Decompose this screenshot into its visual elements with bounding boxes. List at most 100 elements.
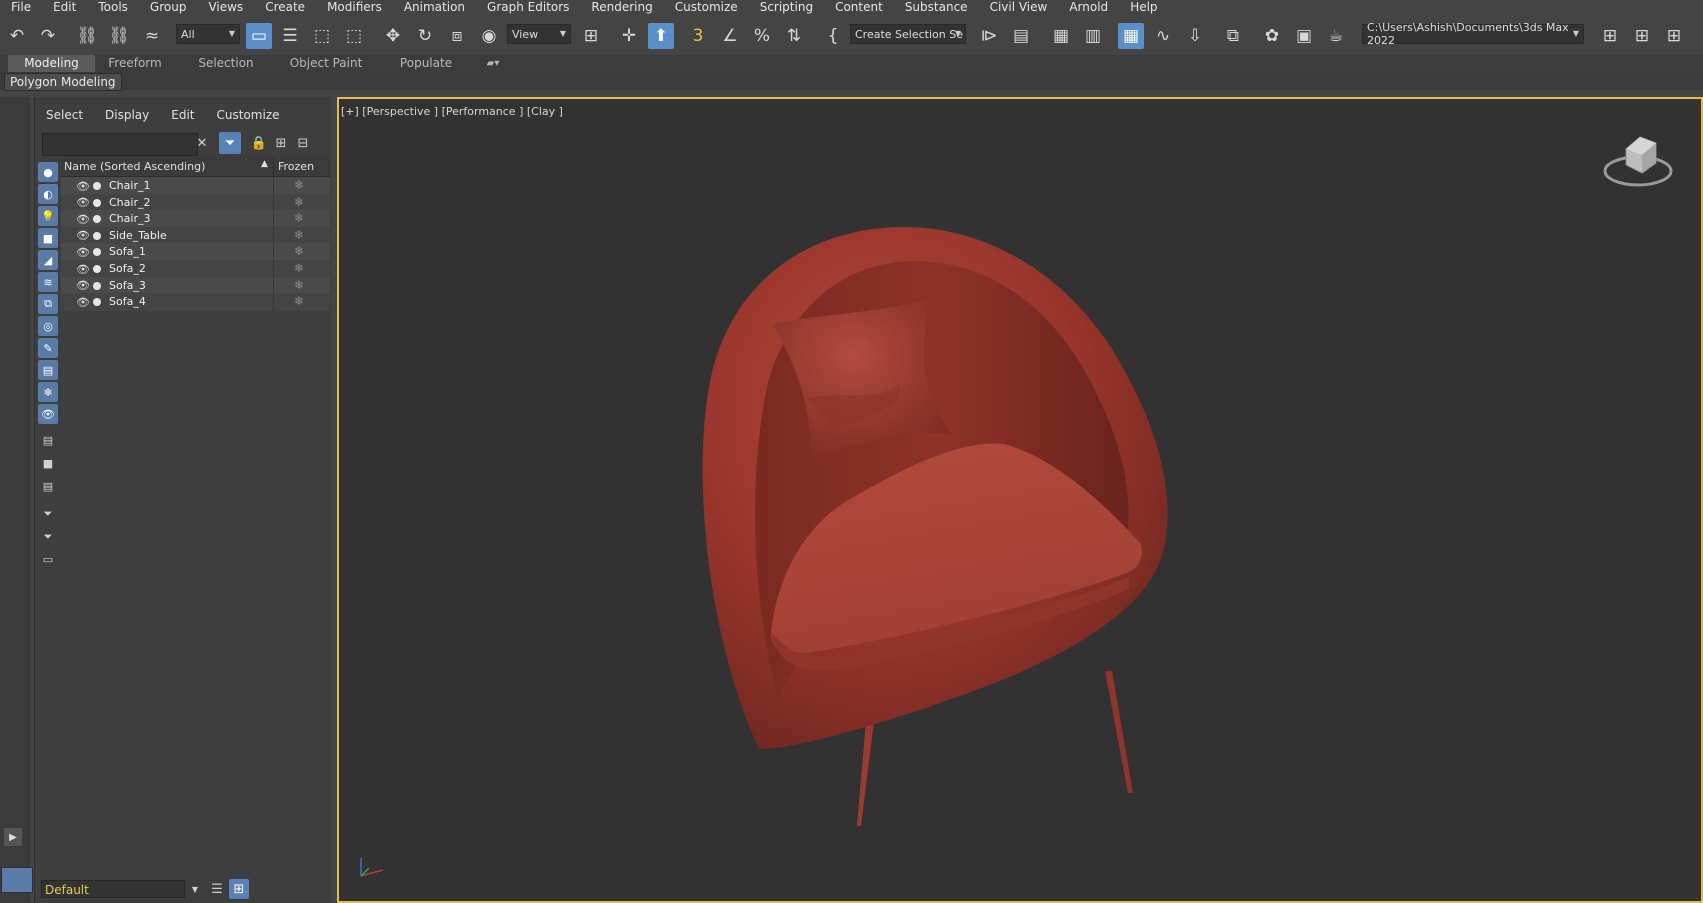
menu-item-content[interactable]: Content — [824, 0, 894, 15]
display-shapes-icon[interactable]: ◐ — [38, 184, 58, 204]
menu-item-modifiers[interactable]: Modifiers — [316, 0, 393, 15]
layer-explorer-icon[interactable]: ▦ — [1048, 23, 1074, 49]
menu-item-file[interactable]: File — [0, 0, 42, 15]
move-icon[interactable]: ✥ — [380, 23, 406, 49]
clear-search-icon[interactable]: ✕ — [192, 133, 212, 153]
menu-item-help[interactable]: Help — [1119, 0, 1168, 15]
column-divider[interactable] — [273, 157, 274, 176]
layer-dropdown[interactable]: Default — [41, 880, 185, 898]
material-editor-icon[interactable]: ✿ — [1259, 23, 1285, 49]
display-geometry-icon[interactable]: ● — [38, 162, 58, 182]
project-new-icon[interactable]: ⊞ — [1629, 23, 1655, 49]
renderable-toggle[interactable] — [93, 265, 101, 273]
dope-sheet-icon[interactable]: ⇩ — [1182, 23, 1208, 49]
pivot-center-icon[interactable]: ⊞ — [578, 23, 604, 49]
frozen-snowflake-icon[interactable]: ❄ — [294, 211, 304, 225]
bind-space-warp-icon[interactable]: ≈ — [139, 23, 165, 49]
scale-icon[interactable]: ⧈ — [444, 23, 470, 49]
table-row[interactable]: 👁 Sofa_3 ❄ — [61, 276, 330, 295]
visibility-eye-icon[interactable]: 👁 — [76, 227, 90, 245]
visibility-eye-icon[interactable]: 👁 — [76, 177, 90, 195]
tab-object-paint[interactable]: Object Paint — [283, 55, 369, 72]
object-name[interactable]: Chair_2 — [109, 196, 150, 209]
frozen-snowflake-icon[interactable]: ❄ — [294, 278, 304, 292]
display-xrefs-icon[interactable]: ◎ — [38, 316, 58, 336]
scene-explorer-icon[interactable]: ▦ — [1118, 23, 1144, 49]
display-none-icon[interactable]: ■ — [38, 453, 58, 473]
explorer-search-input[interactable] — [42, 133, 198, 156]
redo-icon[interactable]: ↷ — [35, 23, 61, 49]
play-icon[interactable]: ▶ — [4, 828, 22, 846]
perspective-viewport[interactable]: [+] [Perspective ] [Performance ] [Clay … — [337, 97, 1703, 903]
project-folder-icon[interactable]: ⊞ — [1597, 23, 1623, 49]
selection-filter-dropdown[interactable]: All ▼ — [176, 24, 240, 44]
window-crossing-icon[interactable]: ⬚ — [341, 23, 367, 49]
visibility-eye-icon[interactable]: 👁 — [76, 194, 90, 212]
display-frozen-icon[interactable]: ❄ — [38, 382, 58, 402]
viewport-layout-tab[interactable] — [1, 867, 33, 893]
hierarchy-mode-icon[interactable]: ⊞ — [229, 879, 249, 899]
rotate-icon[interactable]: ↻ — [412, 23, 438, 49]
display-all-icon[interactable]: ▤ — [38, 430, 58, 450]
visibility-eye-icon[interactable]: 👁 — [76, 210, 90, 228]
visibility-eye-icon[interactable]: 👁 — [76, 293, 90, 311]
display-hidden-icon[interactable]: 👁 — [38, 404, 58, 424]
hierarchy-collapse-icon[interactable]: ⊟ — [293, 133, 313, 153]
link-icon[interactable]: ⛓ — [74, 23, 100, 49]
unlink-icon[interactable]: ⛓ — [106, 23, 132, 49]
percent-snap-icon[interactable]: % — [749, 23, 775, 49]
explorer-menu-edit[interactable]: Edit — [160, 105, 205, 125]
filter-icon[interactable]: ⏷ — [38, 527, 58, 547]
frozen-snowflake-icon[interactable]: ❄ — [294, 294, 304, 308]
select-by-name-icon[interactable]: ☰ — [277, 23, 303, 49]
column-frozen-header[interactable]: Frozen — [278, 160, 314, 173]
undo-icon[interactable]: ↶ — [4, 23, 30, 49]
lock-icon[interactable]: 🔒 — [249, 133, 269, 153]
tab-selection[interactable]: Selection — [186, 55, 266, 72]
table-row[interactable]: 👁 Sofa_1 ❄ — [61, 243, 330, 262]
visibility-eye-icon[interactable]: 👁 — [76, 260, 90, 278]
visibility-eye-icon[interactable]: 👁 — [76, 243, 90, 261]
menu-item-animation[interactable]: Animation — [393, 0, 476, 15]
tab-populate[interactable]: Populate — [386, 55, 466, 72]
display-lights-icon[interactable]: 💡 — [38, 206, 58, 226]
renderable-toggle[interactable] — [93, 198, 101, 207]
edit-named-selection-icon[interactable]: { — [820, 23, 846, 49]
menu-item-create[interactable]: Create — [254, 0, 316, 15]
column-name-header[interactable]: Name (Sorted Ascending) — [64, 160, 205, 173]
menu-item-scripting[interactable]: Scripting — [749, 0, 824, 15]
named-selection-dropdown[interactable]: Create Selection Se ▼ — [850, 24, 966, 44]
menu-item-customize[interactable]: Customize — [664, 0, 749, 15]
chair-model[interactable] — [339, 99, 1701, 901]
menu-item-tools[interactable]: Tools — [87, 0, 139, 15]
display-helpers-icon[interactable]: ◢ — [38, 250, 58, 270]
menu-item-group[interactable]: Group — [139, 0, 198, 15]
menu-item-graph-editors[interactable]: Graph Editors — [476, 0, 580, 15]
explorer-menu-display[interactable]: Display — [94, 105, 160, 125]
filter-toggle-icon[interactable]: ⏷ — [219, 132, 241, 154]
frozen-snowflake-icon[interactable]: ❄ — [294, 261, 304, 275]
explorer-menu-customize[interactable]: Customize — [206, 105, 291, 125]
object-name[interactable]: Sofa_2 — [109, 262, 146, 275]
menu-item-views[interactable]: Views — [197, 0, 254, 15]
render-setup-icon[interactable]: ▣ — [1291, 23, 1317, 49]
hierarchy-expand-icon[interactable]: ⊞ — [271, 133, 291, 153]
visibility-eye-icon[interactable]: 👁 — [76, 277, 90, 295]
tab-modeling[interactable]: Modeling — [8, 55, 95, 72]
table-row[interactable]: 👁 Side_Table ❄ — [61, 226, 330, 245]
explorer-menu-select[interactable]: Select — [35, 105, 94, 125]
filter-options-icon[interactable]: ⏷ — [38, 504, 58, 524]
ribbon-options-icon[interactable]: ▰▾ — [478, 55, 508, 72]
frozen-snowflake-icon[interactable]: ❄ — [294, 244, 304, 258]
mirror-icon[interactable]: ⧐ — [976, 23, 1002, 49]
rectangular-selection-icon[interactable]: ⬚ — [309, 23, 335, 49]
project-settings-icon[interactable]: ⊞ — [1661, 23, 1687, 49]
object-name[interactable]: Sofa_3 — [109, 279, 146, 292]
tab-freeform[interactable]: Freeform — [95, 55, 175, 72]
spinner-snap-icon[interactable]: ⇅ — [781, 23, 807, 49]
chevron-down-icon[interactable]: ▼ — [185, 879, 205, 899]
renderable-toggle[interactable] — [93, 231, 101, 240]
renderable-toggle[interactable] — [93, 298, 101, 307]
frozen-snowflake-icon[interactable]: ❄ — [294, 228, 304, 242]
table-row[interactable]: 👁 Chair_1 ❄ — [61, 177, 330, 195]
